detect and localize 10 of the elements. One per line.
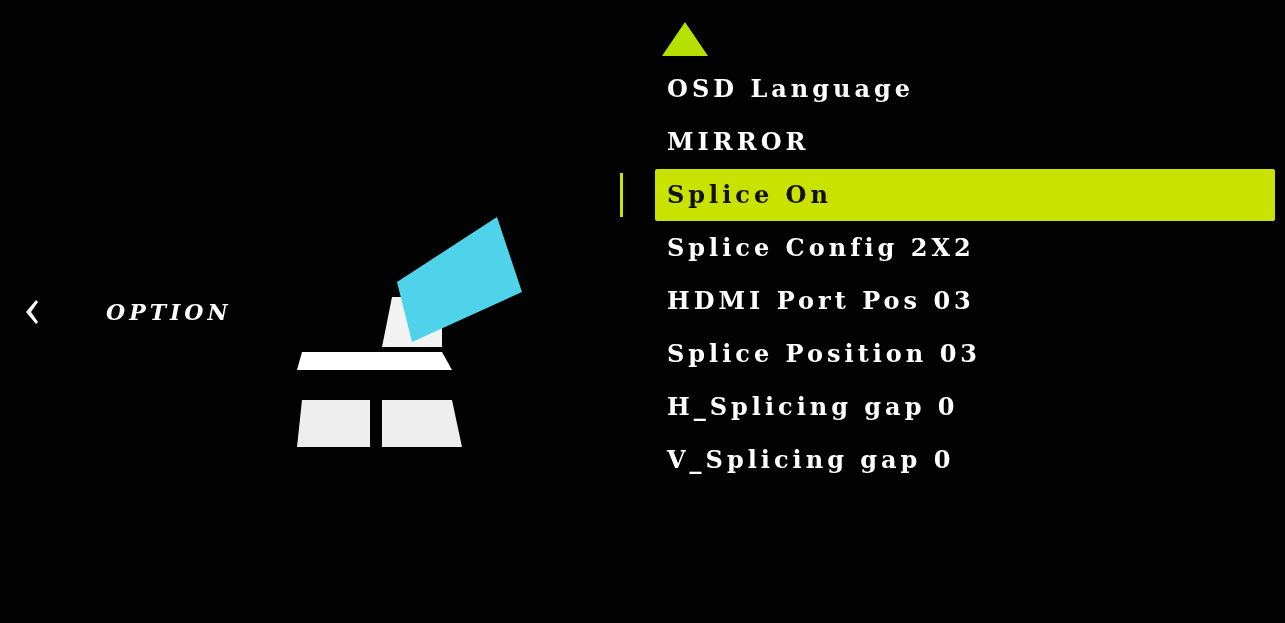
section-title: OPTION (106, 298, 232, 325)
menu-item[interactable]: Splice On (655, 168, 1275, 221)
menu-item[interactable]: Splice Position 03 (655, 327, 1275, 380)
menu-item[interactable]: V_Splicing gap 0 (655, 433, 1275, 486)
scroll-up-arrow-icon[interactable] (662, 22, 708, 56)
menu-item[interactable]: H_Splicing gap 0 (655, 380, 1275, 433)
menu-item[interactable]: HDMI Port Pos 03 (655, 274, 1275, 327)
menu-item[interactable]: MIRROR (655, 115, 1275, 168)
menu-item[interactable]: Splice Config 2X2 (655, 221, 1275, 274)
menu-item[interactable]: OSD Language (655, 62, 1275, 115)
